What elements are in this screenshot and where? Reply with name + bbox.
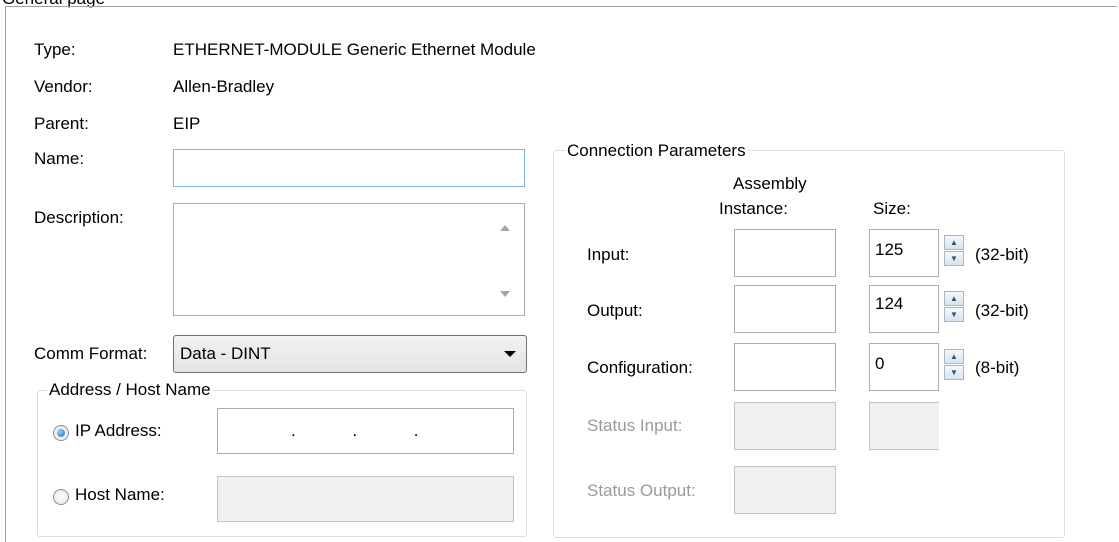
configuration-size-stepper[interactable]: ▲ ▼ bbox=[944, 349, 964, 380]
output-instance-field[interactable] bbox=[734, 285, 836, 333]
stepper-up-icon[interactable]: ▲ bbox=[944, 291, 964, 306]
output-size-unit: (32-bit) bbox=[975, 301, 1029, 320]
input-size-field[interactable]: 125 bbox=[869, 229, 939, 277]
configuration-label: Configuration: bbox=[587, 358, 693, 377]
connection-parameters-label: Connection Parameters bbox=[565, 141, 748, 161]
name-label: Name: bbox=[34, 149, 85, 168]
configuration-instance-field[interactable] bbox=[734, 343, 836, 391]
comm-format-select[interactable]: Data - DINT bbox=[173, 335, 527, 373]
name-input[interactable] bbox=[173, 149, 525, 187]
input-size-stepper[interactable]: ▲ ▼ bbox=[944, 235, 964, 266]
size-header: Size: bbox=[873, 199, 911, 218]
output-size-field[interactable]: 124 bbox=[869, 285, 939, 333]
assembly-header-line1: Assembly bbox=[733, 174, 807, 193]
status-output-instance-field[interactable] bbox=[734, 466, 836, 514]
stepper-down-icon[interactable]: ▼ bbox=[944, 365, 964, 380]
scroll-down-icon[interactable] bbox=[500, 291, 510, 297]
vendor-value: Allen-Bradley bbox=[173, 77, 275, 96]
input-instance-field[interactable] bbox=[734, 229, 836, 277]
scroll-up-icon[interactable] bbox=[500, 225, 510, 231]
chevron-down-icon[interactable] bbox=[504, 351, 516, 357]
status-output-label: Status Output: bbox=[587, 481, 696, 500]
host-name-radio[interactable] bbox=[53, 489, 69, 505]
host-name-input[interactable] bbox=[217, 476, 514, 522]
stepper-down-icon[interactable]: ▼ bbox=[944, 307, 964, 322]
assembly-header-line2: Instance: bbox=[719, 199, 788, 218]
comm-format-label: Comm Format: bbox=[34, 344, 148, 363]
comm-format-value: Data - DINT bbox=[180, 344, 271, 363]
parent-value: EIP bbox=[173, 114, 201, 133]
input-size-value: 125 bbox=[875, 240, 904, 259]
vendor-label: Vendor: bbox=[34, 77, 93, 96]
address-group-label: Address / Host Name bbox=[47, 380, 213, 400]
status-input-label: Status Input: bbox=[587, 416, 683, 435]
status-input-size-field[interactable] bbox=[869, 402, 939, 450]
output-label: Output: bbox=[587, 301, 643, 320]
output-size-stepper[interactable]: ▲ ▼ bbox=[944, 291, 964, 322]
description-textarea[interactable] bbox=[173, 203, 525, 316]
output-size-value: 124 bbox=[875, 294, 904, 313]
ip-address-input[interactable]: . . . bbox=[217, 408, 514, 454]
configuration-size-field[interactable]: 0 bbox=[869, 343, 939, 391]
stepper-up-icon[interactable]: ▲ bbox=[944, 349, 964, 364]
description-label: Description: bbox=[34, 208, 124, 227]
stepper-down-icon[interactable]: ▼ bbox=[944, 251, 964, 266]
stepper-up-icon[interactable]: ▲ bbox=[944, 235, 964, 250]
configuration-size-unit: (8-bit) bbox=[975, 358, 1020, 377]
configuration-size-value: 0 bbox=[875, 354, 885, 373]
ip-address-label[interactable]: IP Address: bbox=[75, 421, 162, 441]
ip-address-radio[interactable] bbox=[53, 425, 69, 441]
input-size-unit: (32-bit) bbox=[975, 245, 1029, 264]
parent-label: Parent: bbox=[34, 114, 89, 133]
ip-address-dots: . . . bbox=[291, 421, 419, 440]
status-input-instance-field[interactable] bbox=[734, 402, 836, 450]
description-scrollbar[interactable] bbox=[497, 209, 514, 309]
type-value: ETHERNET-MODULE Generic Ethernet Module bbox=[173, 40, 536, 59]
type-label: Type: bbox=[34, 40, 76, 59]
input-label: Input: bbox=[587, 245, 630, 264]
host-name-label[interactable]: Host Name: bbox=[75, 485, 165, 505]
